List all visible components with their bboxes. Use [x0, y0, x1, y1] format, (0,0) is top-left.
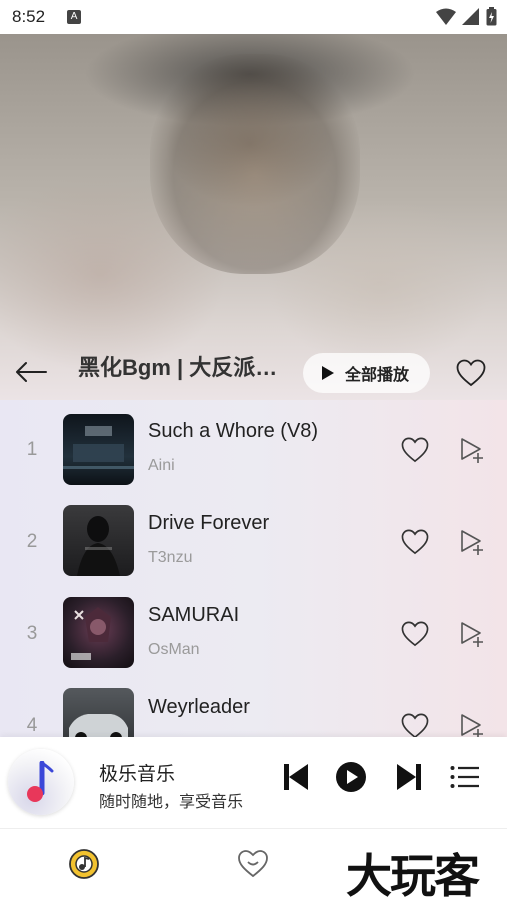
- cover-figure: [150, 54, 360, 274]
- add-to-playlist-button[interactable]: [458, 436, 486, 464]
- playlist-title: 黑化Bgm | 大反派…: [78, 355, 278, 380]
- track-title: Such a Whore (V8): [148, 420, 319, 442]
- track-cover: [63, 597, 134, 668]
- nav-music[interactable]: [67, 847, 101, 881]
- next-button[interactable]: [392, 760, 426, 794]
- status-bar: 8:52 A: [0, 0, 507, 34]
- play-circle-icon: [336, 762, 366, 792]
- track-index: 4: [26, 715, 38, 736]
- play-all-label: 全部播放: [345, 367, 410, 384]
- add-to-playlist-icon: [461, 622, 483, 647]
- bottom-nav: 大玩客: [0, 828, 507, 901]
- track-title: Weyrleader: [148, 696, 250, 718]
- play-button[interactable]: [334, 760, 368, 794]
- track-index: 2: [26, 531, 38, 552]
- mini-player-subtitle: 随时随地，享受音乐: [99, 794, 244, 811]
- track-row[interactable]: 4 Weyrleader: [0, 688, 507, 740]
- playlist-queue-button[interactable]: [448, 760, 482, 794]
- like-button[interactable]: [401, 529, 429, 555]
- heart-outline-icon: [401, 529, 429, 555]
- mini-player-title: 极乐音乐: [99, 764, 176, 785]
- notification-icon: A: [67, 10, 82, 24]
- favorite-playlist-button[interactable]: [456, 359, 486, 387]
- status-indicators: [436, 7, 497, 26]
- heart-smile-icon: [238, 850, 268, 878]
- play-icon: [322, 366, 334, 380]
- previous-button[interactable]: [279, 760, 313, 794]
- track-artist: OsMan: [148, 641, 200, 658]
- mini-player-artwork: [8, 749, 74, 815]
- track-index: 1: [26, 439, 38, 460]
- track-row[interactable]: 3 SAMURAI OsMan: [0, 596, 507, 688]
- add-to-playlist-icon: [461, 530, 483, 555]
- add-to-playlist-button[interactable]: [458, 712, 486, 740]
- arrow-left-icon: [16, 362, 47, 382]
- track-row[interactable]: 2 Drive Forever T3nzu: [0, 504, 507, 596]
- heart-outline-icon: [401, 437, 429, 463]
- music-disc-icon: [69, 849, 99, 879]
- playlist-header: 黑化Bgm | 大反派… 全部播放: [0, 345, 507, 400]
- track-row[interactable]: 1 Such a Whore (V8) Aini: [0, 412, 507, 504]
- like-button[interactable]: [401, 437, 429, 463]
- track-title: Drive Forever: [148, 512, 270, 534]
- wifi-icon: [436, 8, 456, 25]
- play-all-button[interactable]: 全部播放: [303, 353, 430, 393]
- track-index: 3: [26, 623, 38, 644]
- track-title: SAMURAI: [148, 604, 240, 626]
- like-button[interactable]: [401, 621, 429, 647]
- signal-icon: [462, 7, 479, 25]
- like-button[interactable]: [401, 713, 429, 739]
- status-time: 8:52: [12, 7, 46, 26]
- list-icon: [450, 766, 479, 788]
- track-artist: T3nzu: [148, 549, 193, 566]
- mini-player[interactable]: 极乐音乐 随时随地，享受音乐: [0, 737, 507, 828]
- track-list[interactable]: 1 Such a Whore (V8) Aini 2 Drive Forever…: [0, 400, 507, 740]
- watermark-logo: 大玩客: [346, 849, 480, 901]
- add-to-playlist-button[interactable]: [458, 528, 486, 556]
- back-button[interactable]: [14, 355, 48, 389]
- nav-favorites[interactable]: [236, 847, 270, 881]
- add-to-playlist-icon: [461, 438, 483, 463]
- add-to-playlist-icon: [461, 714, 483, 739]
- add-to-playlist-button[interactable]: [458, 620, 486, 648]
- skip-previous-icon: [284, 764, 308, 790]
- heart-outline-icon: [401, 621, 429, 647]
- track-cover: [63, 688, 134, 740]
- heart-outline-icon: [456, 359, 486, 387]
- skip-next-icon: [397, 764, 421, 790]
- track-cover: [63, 414, 134, 485]
- heart-outline-icon: [401, 713, 429, 739]
- track-cover: [63, 505, 134, 576]
- music-note-icon: [27, 761, 54, 802]
- battery-icon: [486, 7, 497, 26]
- track-artist: Aini: [148, 457, 175, 474]
